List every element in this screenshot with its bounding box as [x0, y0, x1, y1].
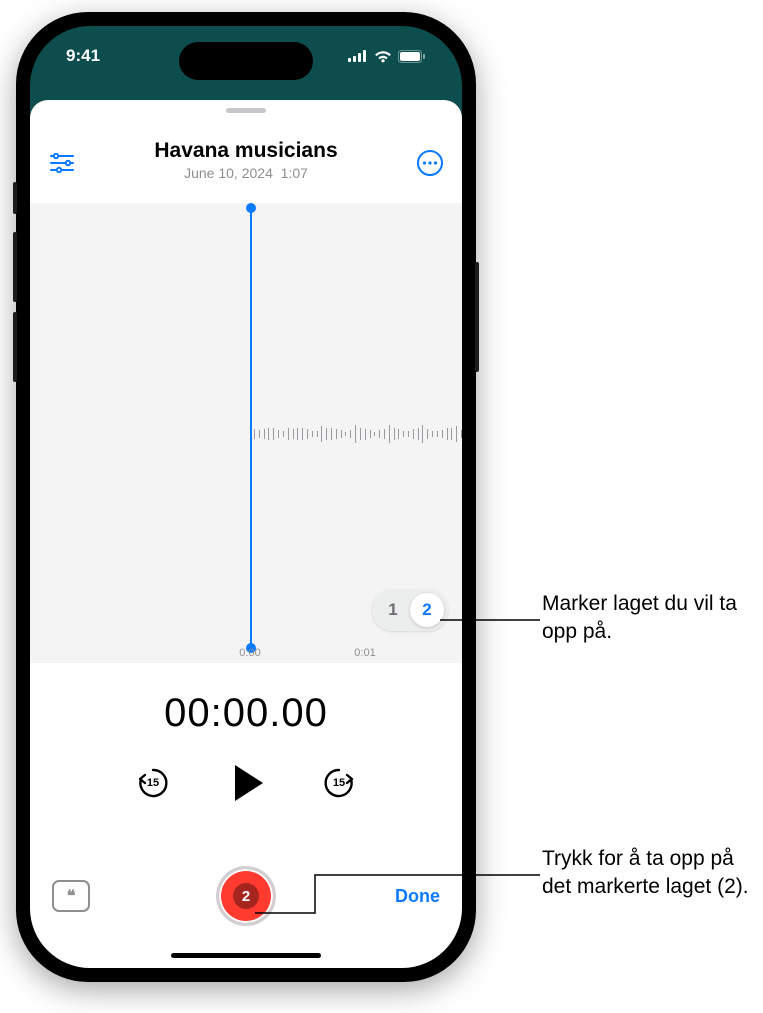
- volume-up-hw: [13, 232, 17, 302]
- play-icon: [235, 765, 263, 801]
- status-right: [348, 50, 426, 63]
- silent-switch: [13, 182, 17, 214]
- dynamic-island: [179, 42, 313, 80]
- skip-forward-15-button[interactable]: 15: [319, 763, 359, 803]
- wifi-icon: [374, 50, 392, 63]
- ruler-mark-0: 0:00: [239, 647, 260, 659]
- done-button[interactable]: Done: [395, 886, 440, 907]
- skip-fwd-seconds: 15: [333, 777, 345, 789]
- timer-display: 00:00.00: [30, 691, 462, 736]
- recording-title[interactable]: Havana musicians: [154, 139, 337, 163]
- home-indicator[interactable]: [171, 953, 321, 958]
- iphone-frame: 9:41 Havana musicians June 10, 2024 1:07: [16, 12, 476, 982]
- recording-sheet: Havana musicians June 10, 2024 1:07 0:00: [30, 100, 462, 968]
- sheet-grabber[interactable]: [226, 108, 266, 113]
- sliders-icon: [50, 153, 74, 173]
- settings-button[interactable]: [44, 145, 80, 181]
- recording-duration: 1:07: [281, 165, 308, 181]
- record-button[interactable]: 2: [216, 866, 276, 926]
- skip-back-seconds: 15: [147, 777, 159, 789]
- power-hw: [475, 262, 479, 372]
- recording-subtitle: June 10, 2024 1:07: [184, 165, 308, 181]
- waveform-area[interactable]: 0:00 0:01 1 2: [30, 203, 462, 663]
- callout-record: Trykk for å ta opp på det markerte laget…: [542, 845, 752, 902]
- recording-date: June 10, 2024: [184, 165, 273, 181]
- battery-icon: [398, 50, 426, 63]
- layer-option-2[interactable]: 2: [410, 593, 444, 627]
- waveform: [250, 423, 462, 445]
- record-layer-number: 2: [242, 888, 250, 905]
- record-layer-badge: 2: [233, 883, 259, 909]
- ellipsis-circle-icon: [416, 149, 444, 177]
- time-ruler: 0:00 0:01: [30, 641, 462, 663]
- transport-controls: 15 15: [30, 758, 462, 808]
- screen: 9:41 Havana musicians June 10, 2024 1:07: [30, 26, 462, 968]
- ruler-mark-1: 0:01: [354, 647, 375, 659]
- bottom-row: ❝ 2 Done: [30, 862, 462, 930]
- volume-down-hw: [13, 312, 17, 382]
- header: Havana musicians June 10, 2024 1:07: [30, 117, 462, 203]
- status-time: 9:41: [66, 46, 100, 66]
- skip-back-15-button[interactable]: 15: [133, 763, 173, 803]
- more-button[interactable]: [412, 145, 448, 181]
- layer-option-1[interactable]: 1: [376, 593, 410, 627]
- quote-icon: ❝: [67, 886, 76, 906]
- cellular-icon: [348, 50, 368, 62]
- callout-layers: Marker laget du vil ta opp på.: [542, 590, 752, 647]
- transcript-button[interactable]: ❝: [52, 880, 90, 912]
- play-button[interactable]: [221, 758, 271, 808]
- layer-toggle[interactable]: 1 2: [372, 589, 448, 631]
